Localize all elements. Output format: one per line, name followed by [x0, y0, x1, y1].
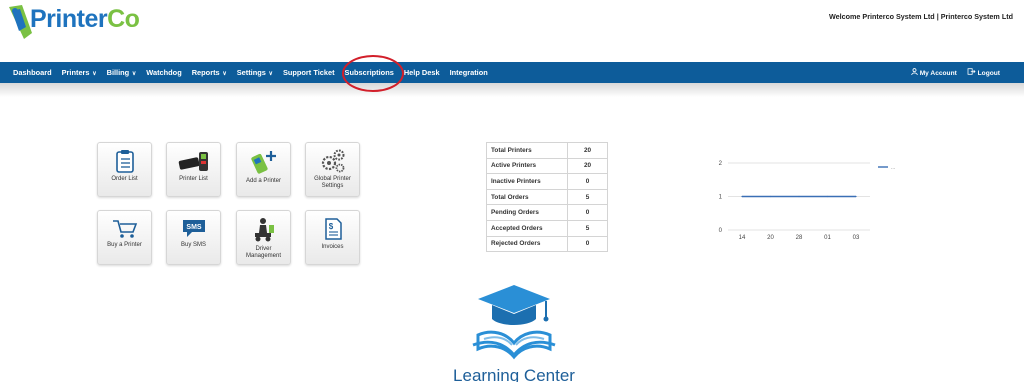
chevron-down-icon: ∨: [90, 71, 97, 77]
stat-label: Pending Orders: [486, 204, 568, 221]
nav-right: My Account Logout: [901, 62, 1000, 83]
tile-add-printer[interactable]: Add a Printer: [236, 142, 291, 197]
learning-center-title[interactable]: Learning Center: [440, 366, 588, 382]
stat-value: 20: [567, 157, 608, 175]
x-tick-label: 20: [767, 235, 774, 241]
logout-link[interactable]: Logout: [967, 68, 1000, 77]
y-tick-label: 0: [719, 228, 723, 234]
tile-invoices[interactable]: $ Invoices: [305, 210, 360, 265]
subscriptions-highlight-circle: [342, 55, 404, 92]
x-tick-label: 14: [739, 235, 746, 241]
x-tick-label: 01: [824, 235, 831, 241]
svg-text:$: $: [328, 222, 333, 231]
nav-integration[interactable]: Integration: [450, 68, 488, 77]
printerco-logo[interactable]: PrinterCo: [6, 3, 146, 47]
stat-value: 5: [567, 188, 608, 206]
nav-reports[interactable]: Reports ∨: [192, 68, 227, 77]
series-point: [769, 195, 772, 198]
stats-table: Total Printers 20 Active Printers 20 Inact…: [486, 142, 608, 253]
stat-label: Rejected Orders: [486, 235, 568, 253]
stat-value: 5: [567, 219, 608, 237]
stat-value: 0: [567, 173, 608, 190]
logo-text: PrinterCo: [30, 5, 140, 33]
chevron-down-icon: ∨: [266, 71, 273, 77]
tile-label: Buy SMS: [180, 242, 206, 248]
table-row: Active Printers 20: [486, 157, 608, 175]
tile-driver-management[interactable]: Driver Management: [236, 210, 291, 265]
legend-label: ...: [891, 165, 895, 171]
nav-watchdog[interactable]: Watchdog: [146, 68, 181, 77]
tile-label: Global Printer Settings: [314, 176, 351, 189]
cart-icon: [112, 220, 137, 238]
orders-line-chart: 01214 20 28 01 03...: [719, 161, 896, 241]
tile-global-printer-settings[interactable]: Global Printer Settings: [305, 142, 360, 197]
tile-printer-list[interactable]: Printer List: [166, 142, 221, 197]
table-row: Inactive Printers 0: [486, 173, 608, 190]
main-nav: Dashboard Printers ∨ Billing ∨ Watchdog …: [0, 62, 1024, 83]
series-point: [741, 195, 743, 198]
stat-value: 20: [567, 142, 608, 159]
stat-value: 0: [567, 235, 608, 253]
tile-order-list[interactable]: Order List: [97, 142, 152, 197]
dashboard-page: PrinterCo Welcome Printerco System Ltd |…: [0, 0, 1024, 382]
table-row: Total Printers 20: [486, 142, 608, 159]
tile-label: Printer List: [179, 176, 208, 182]
nav-dashboard[interactable]: Dashboard: [13, 68, 52, 77]
nav-printers[interactable]: Printers ∨: [62, 68, 97, 77]
stat-label: Active Printers: [486, 157, 568, 175]
nav-help-desk[interactable]: Help Desk: [404, 68, 440, 77]
nav-billing[interactable]: Billing ∨: [107, 68, 137, 77]
invoice-icon: $: [324, 218, 342, 240]
chevron-down-icon: ∨: [130, 71, 137, 77]
stat-label: Accepted Orders: [486, 219, 568, 237]
gears-icon: [321, 149, 344, 173]
svg-text:SMS: SMS: [186, 224, 202, 231]
table-row: Rejected Orders 0: [486, 235, 608, 253]
my-account-link[interactable]: My Account: [911, 68, 957, 77]
logout-icon: [967, 68, 976, 75]
tile-buy-printer[interactable]: Buy a Printer: [97, 210, 152, 265]
sms-icon: SMS: [182, 220, 205, 237]
tile-label: Driver Management: [245, 246, 282, 259]
stat-value: 0: [567, 204, 608, 221]
series-point: [826, 195, 829, 198]
x-tick-label: 28: [796, 235, 803, 241]
printer-icon: [178, 152, 208, 171]
nav-shadow: [0, 83, 1024, 97]
stat-label: Total Orders: [486, 188, 568, 206]
tile-label: Add a Printer: [245, 178, 282, 184]
user-icon: [911, 68, 918, 76]
nav-left: Dashboard Printers ∨ Billing ∨ Watchdog …: [13, 62, 498, 83]
stat-label: Total Printers: [486, 142, 568, 159]
tile-label: Invoices: [321, 244, 344, 250]
add-printer-icon: [250, 151, 276, 174]
tile-label: Order List: [111, 176, 138, 182]
series-point: [798, 195, 800, 198]
nav-support-ticket[interactable]: Support Ticket: [283, 68, 335, 77]
chevron-down-icon: ∨: [220, 71, 227, 77]
y-tick-label: 1: [719, 195, 723, 201]
table-row: Total Orders 5: [486, 188, 608, 206]
clipboard-icon: [115, 150, 134, 173]
series-point: [855, 195, 857, 198]
x-tick-label: 03: [853, 235, 860, 241]
welcome-text: Welcome Printerco System Ltd | Printerco…: [828, 12, 1013, 21]
driver-icon: [254, 218, 274, 242]
graduation-book-icon[interactable]: [470, 283, 558, 363]
tile-label: Buy a Printer: [107, 242, 142, 248]
table-row: Pending Orders 0: [486, 204, 608, 221]
nav-settings[interactable]: Settings ∨: [237, 68, 273, 77]
stat-label: Inactive Printers: [486, 173, 568, 190]
table-row: Accepted Orders 5: [486, 219, 608, 237]
tile-buy-sms[interactable]: SMS Buy SMS: [166, 210, 221, 265]
y-tick-label: 2: [719, 161, 723, 167]
